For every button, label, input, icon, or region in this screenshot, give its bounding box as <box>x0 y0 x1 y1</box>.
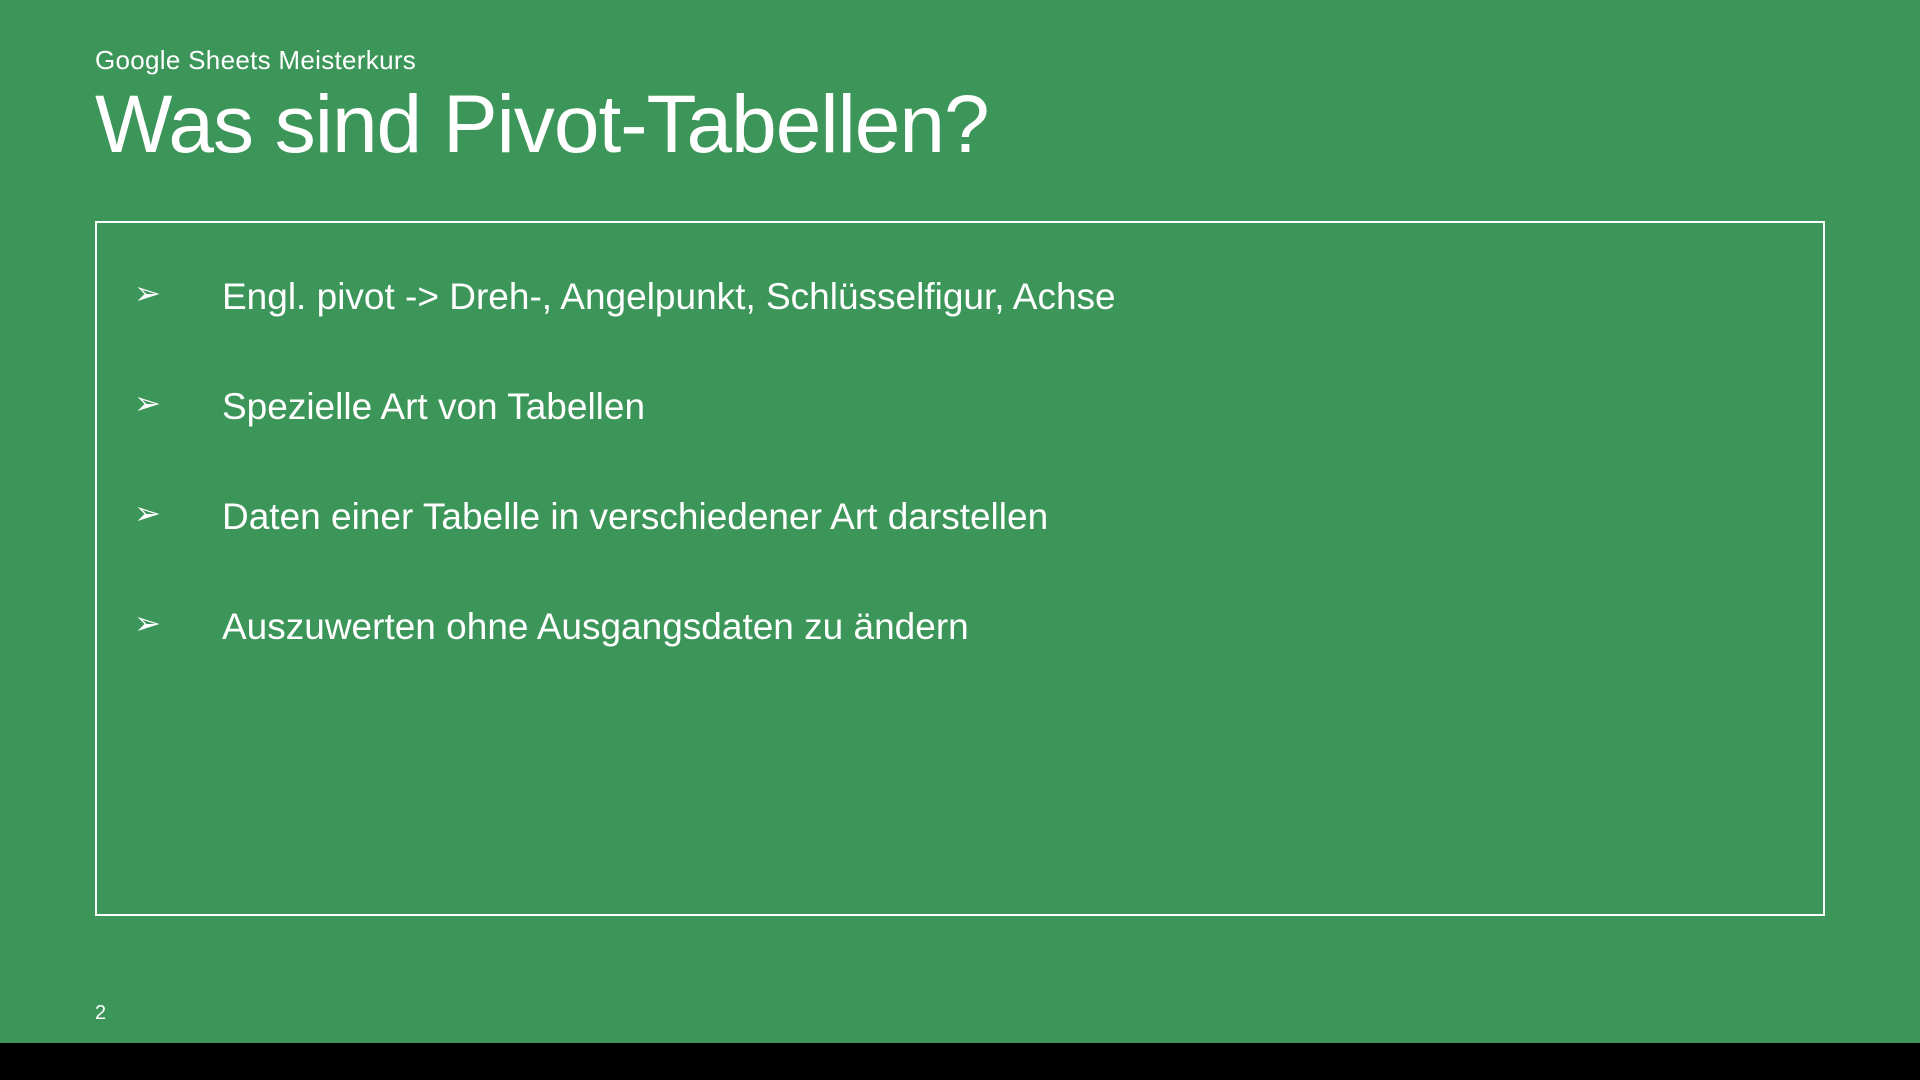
bullet-text: Spezielle Art von Tabellen <box>222 383 1788 431</box>
content-box: ➢ Engl. pivot -> Dreh-, Angelpunkt, Schl… <box>95 221 1825 916</box>
slide-subtitle: Google Sheets Meisterkurs <box>95 45 1825 76</box>
chevron-right-icon: ➢ <box>132 383 222 425</box>
list-item: ➢ Spezielle Art von Tabellen <box>132 383 1788 431</box>
list-item: ➢ Daten einer Tabelle in verschiedener A… <box>132 493 1788 541</box>
list-item: ➢ Auszuwerten ohne Ausgangsdaten zu ände… <box>132 603 1788 651</box>
page-number: 2 <box>95 1002 106 1025</box>
slide-title: Was sind Pivot-Tabellen? <box>95 84 1825 166</box>
bullet-text: Auszuwerten ohne Ausgangsdaten zu ändern <box>222 603 1788 651</box>
bullet-list: ➢ Engl. pivot -> Dreh-, Angelpunkt, Schl… <box>132 273 1788 651</box>
chevron-right-icon: ➢ <box>132 273 222 315</box>
black-bar <box>0 1043 1920 1080</box>
bullet-text: Daten einer Tabelle in verschiedener Art… <box>222 493 1788 541</box>
bullet-text: Engl. pivot -> Dreh-, Angelpunkt, Schlüs… <box>222 273 1788 321</box>
list-item: ➢ Engl. pivot -> Dreh-, Angelpunkt, Schl… <box>132 273 1788 321</box>
chevron-right-icon: ➢ <box>132 493 222 535</box>
chevron-right-icon: ➢ <box>132 603 222 645</box>
slide: Google Sheets Meisterkurs Was sind Pivot… <box>0 0 1920 1043</box>
